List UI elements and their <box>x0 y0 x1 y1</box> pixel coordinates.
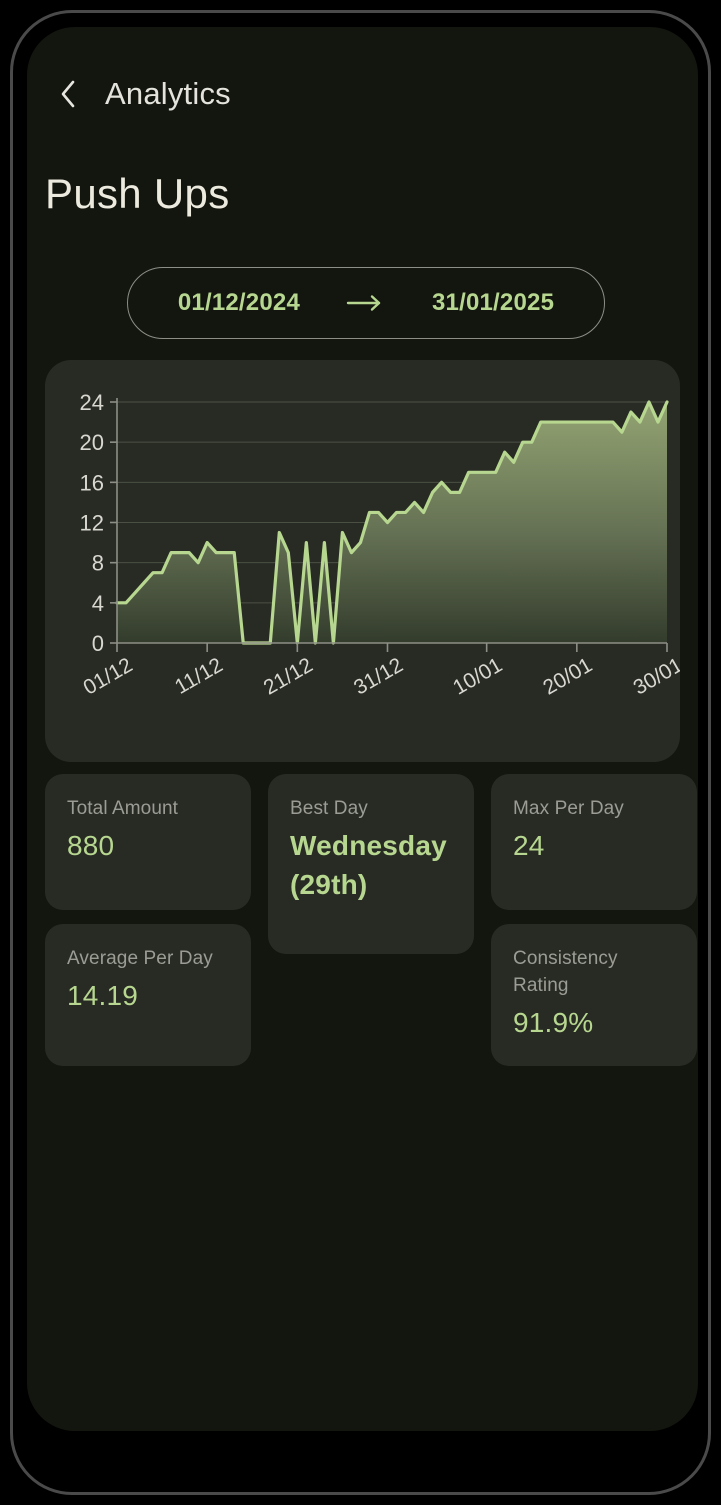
chart-x-tick-labels: 01/12 11/12 21/12 31/12 10/01 20/01 30/01 <box>79 643 680 700</box>
stat-card-max-per-day[interactable]: Max Per Day 24 <box>491 774 697 910</box>
svg-text:8: 8 <box>92 551 104 576</box>
app-bar-title: Analytics <box>105 76 231 111</box>
svg-text:20/01: 20/01 <box>539 653 596 699</box>
arrow-right-icon <box>346 294 386 312</box>
date-range-picker[interactable]: 01/12/2024 31/01/2025 <box>127 267 605 339</box>
stat-card-best-day[interactable]: Best Day Wednesday (29th) <box>268 774 474 954</box>
chart-card[interactable]: 0 4 8 12 16 20 24 01/12 11/12 21/12 31/12 10/01 20/… <box>45 360 680 762</box>
stat-label-consistency-rating: Consistency Rating <box>513 948 618 996</box>
stat-value-consistency-rating: 91.9% <box>513 1006 594 1038</box>
activity-area-chart[interactable]: 0 4 8 12 16 20 24 01/12 11/12 21/12 31/12 10/01 20/… <box>45 360 680 762</box>
svg-text:01/12: 01/12 <box>79 653 136 699</box>
stat-value-average-per-day: 14.19 <box>67 979 139 1011</box>
svg-text:30/01: 30/01 <box>629 653 680 699</box>
svg-text:11/12: 11/12 <box>171 653 227 698</box>
back-button[interactable] <box>45 71 91 117</box>
stat-value-total-amount: 880 <box>67 829 115 861</box>
stats-grid: Total Amount 880 Best Day Wednesday (29t… <box>45 774 697 1066</box>
stat-value-max-per-day: 24 <box>513 829 545 861</box>
phone-screen: Analytics Push Ups 01/12/2024 31/01/2025 <box>27 27 698 1431</box>
stat-label-max-per-day: Max Per Day <box>513 798 624 819</box>
svg-text:20: 20 <box>80 430 104 455</box>
page-title: Push Ups <box>45 170 230 217</box>
svg-text:24: 24 <box>80 390 104 415</box>
stat-label-average-per-day: Average Per Day <box>67 948 213 969</box>
date-range-end[interactable]: 31/01/2025 <box>432 289 554 317</box>
date-range-start[interactable]: 01/12/2024 <box>178 289 300 317</box>
svg-text:31/12: 31/12 <box>350 653 407 699</box>
chevron-left-icon <box>57 78 79 110</box>
stat-card-consistency-rating[interactable]: Consistency Rating 91.9% <box>491 924 697 1066</box>
svg-text:0: 0 <box>92 631 104 656</box>
scroll-area[interactable]: Analytics Push Ups 01/12/2024 31/01/2025 <box>27 27 698 1431</box>
svg-text:12: 12 <box>80 511 104 536</box>
phone-frame: Analytics Push Ups 01/12/2024 31/01/2025 <box>10 10 711 1495</box>
stat-card-total-amount[interactable]: Total Amount 880 <box>45 774 251 910</box>
svg-text:16: 16 <box>80 470 104 495</box>
svg-text:21/12: 21/12 <box>260 653 317 699</box>
stat-label-total-amount: Total Amount <box>67 798 179 819</box>
stat-label-best-day: Best Day <box>290 798 368 819</box>
stat-card-average-per-day[interactable]: Average Per Day 14.19 <box>45 924 251 1066</box>
app-bar: Analytics <box>27 61 698 127</box>
chart-y-tick-labels: 0 4 8 12 16 20 24 <box>80 390 117 656</box>
stat-value-best-day: Wednesday (29th) <box>290 829 447 901</box>
svg-text:4: 4 <box>92 591 104 616</box>
svg-text:10/01: 10/01 <box>449 653 506 699</box>
